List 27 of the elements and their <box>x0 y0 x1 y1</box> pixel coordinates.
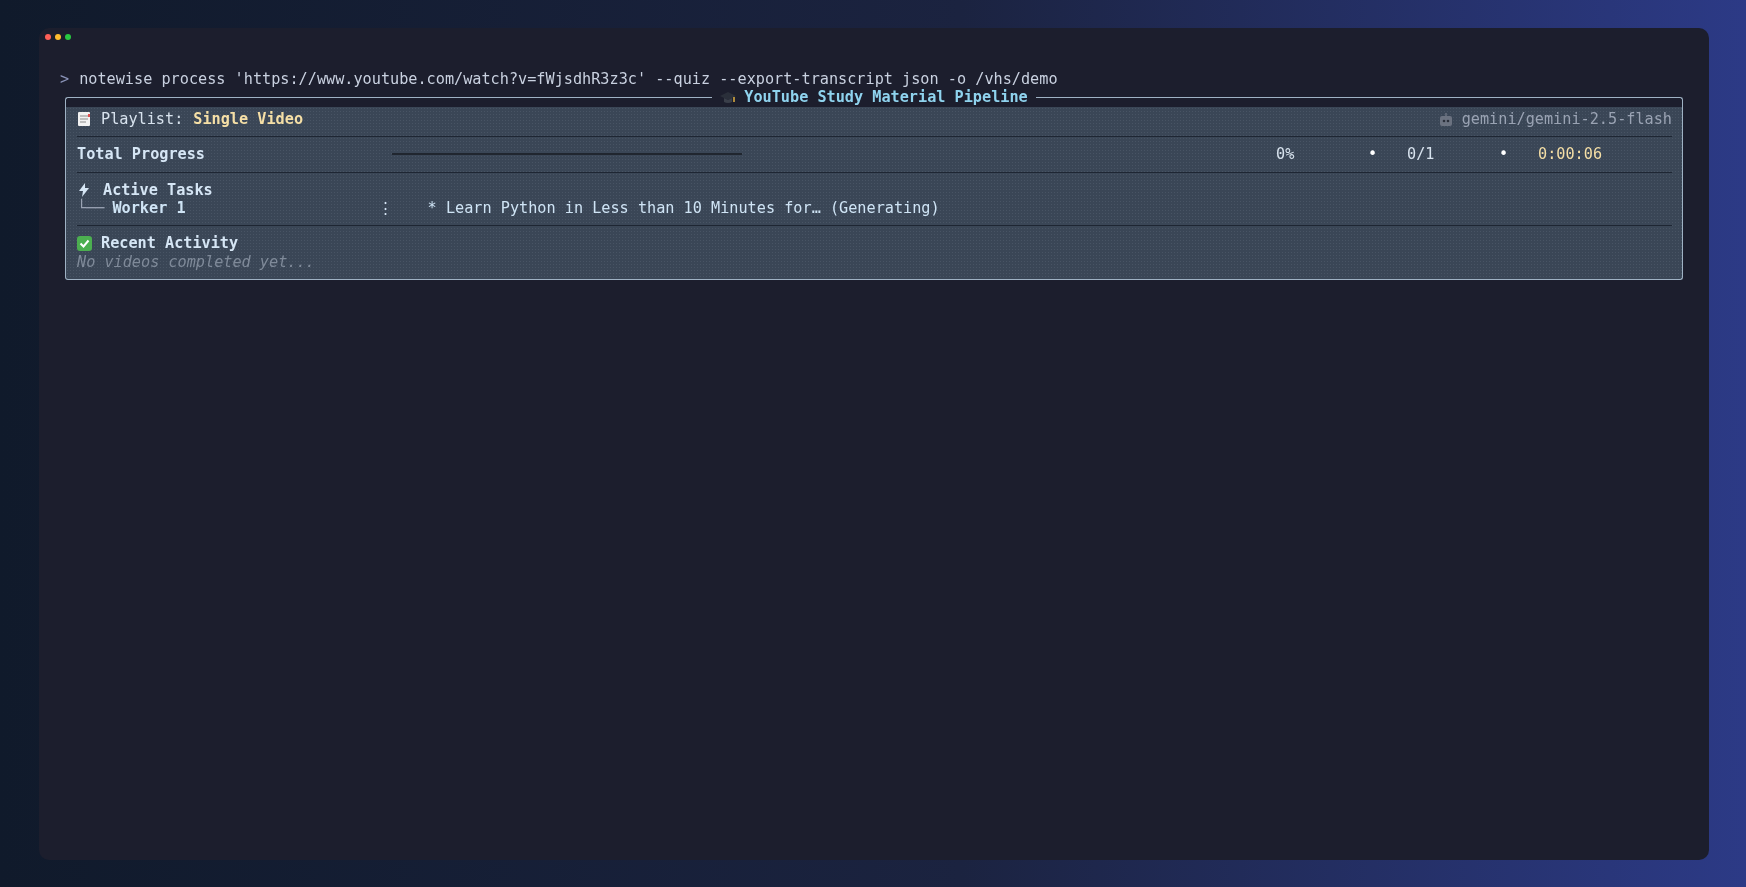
playlist-name: Single Video <box>193 109 304 129</box>
robot-icon <box>1437 111 1454 127</box>
empty-message: No videos completed yet... <box>77 252 315 272</box>
check-box-icon <box>77 236 92 252</box>
progress-stat: 0/1 <box>1407 145 1436 164</box>
minimize-button[interactable] <box>55 34 61 40</box>
prompt-symbol: > <box>60 70 70 89</box>
close-button[interactable] <box>45 34 51 40</box>
section-title: Active Tasks <box>103 180 213 199</box>
maximize-button[interactable] <box>65 34 71 40</box>
progress-label: Total Progress <box>77 145 205 164</box>
notebook-icon <box>77 111 91 127</box>
panel-title: YouTube Study Material Pipeline <box>744 88 1028 107</box>
task-text: * Learn Python in Less than 10 Minutes for… (Generating) <box>427 198 940 218</box>
progress-stat: 0% <box>1276 145 1296 164</box>
tree-branch: └── <box>77 198 105 218</box>
lightning-icon <box>77 182 91 197</box>
graduation-cap-icon <box>720 90 737 105</box>
separator-dot: • <box>1368 145 1379 164</box>
spinner: ⋮ <box>377 198 394 218</box>
separator-dot: • <box>1499 145 1510 164</box>
playlist-label: Playlist: <box>101 109 184 129</box>
command-text: notewise process 'https://www.youtube.com/watch?v=fWjsdhR3z3c' --quiz --export-transcript json -o /vhs/demo <box>79 70 1058 89</box>
elapsed-time: 0:00:06 <box>1538 145 1603 164</box>
worker-name: Worker 1 <box>112 198 186 218</box>
section-title: Recent Activity <box>101 234 239 253</box>
model-name: gemini/gemini-2.5-flash <box>1461 109 1672 129</box>
